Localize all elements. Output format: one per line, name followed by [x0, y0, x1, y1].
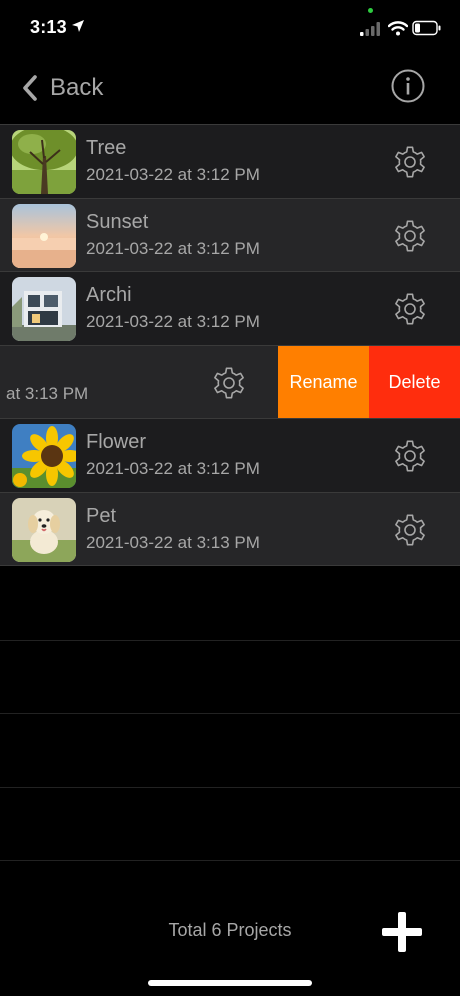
- project-thumbnail: [12, 497, 76, 562]
- rename-button[interactable]: Rename: [278, 345, 369, 418]
- project-thumbnail: [12, 424, 76, 488]
- project-date: 2021-03-22 at 3:12 PM: [86, 459, 260, 478]
- project-thumbnail: [12, 203, 76, 268]
- project-title: Flower: [86, 431, 147, 453]
- divider: [0, 860, 460, 861]
- status-time: 3:13: [30, 17, 67, 37]
- project-row-pet[interactable]: Pet 2021-03-22 at 3:13 PM: [0, 491, 460, 565]
- project-thumbnail: [12, 130, 76, 194]
- gear-icon[interactable]: [390, 436, 430, 476]
- home-indicator: [148, 980, 312, 986]
- chevron-left-icon: [23, 75, 37, 101]
- project-row-tree[interactable]: Tree 2021-03-22 at 3:12 PM: [0, 124, 460, 198]
- project-date: at 3:13 PM: [6, 383, 89, 403]
- divider: [0, 640, 460, 641]
- project-row-flower[interactable]: Flower 2021-03-22 at 3:12 PM: [0, 418, 460, 492]
- info-icon[interactable]: [390, 68, 426, 104]
- project-row-archi[interactable]: Archi 2021-03-22 at 3:12 PM: [0, 271, 460, 345]
- status-bar: 3:13: [0, 0, 460, 56]
- project-row-sunset[interactable]: Sunset 2021-03-22 at 3:12 PM: [0, 197, 460, 271]
- gear-icon[interactable]: [390, 289, 430, 329]
- gear-icon[interactable]: [390, 142, 430, 182]
- divider: [0, 787, 460, 788]
- project-title: Sunset: [86, 210, 149, 233]
- divider: [0, 713, 460, 714]
- project-title: Tree: [86, 137, 127, 159]
- project-thumbnail: [12, 277, 76, 341]
- gear-icon[interactable]: [390, 216, 430, 256]
- project-date: 2021-03-22 at 3:12 PM: [86, 312, 260, 331]
- cellular-signal-icon: [360, 22, 380, 36]
- project-date: 2021-03-22 at 3:13 PM: [86, 532, 260, 552]
- project-date: 2021-03-22 at 3:12 PM: [86, 165, 260, 184]
- delete-button[interactable]: Delete: [369, 345, 460, 418]
- wifi-icon: [388, 21, 408, 36]
- list-divider: [0, 565, 460, 566]
- gear-icon[interactable]: [209, 363, 249, 403]
- project-title: Pet: [86, 504, 117, 527]
- nav-bar: Back: [0, 56, 460, 124]
- location-arrow-icon: [72, 20, 84, 32]
- project-list: Tree 2021-03-22 at 3:12 PM Sunset 2021-0…: [0, 124, 460, 566]
- project-title: Archi: [86, 284, 132, 306]
- add-project-button[interactable]: [381, 911, 423, 953]
- project-row-swiped[interactable]: at 3:13 PM Rename Delete: [0, 344, 460, 418]
- project-date: 2021-03-22 at 3:12 PM: [86, 238, 260, 258]
- camera-in-use-indicator: [368, 8, 373, 13]
- back-label: Back: [50, 74, 104, 101]
- gear-icon[interactable]: [390, 510, 430, 550]
- battery-icon: [412, 20, 441, 36]
- back-button[interactable]: Back: [20, 70, 103, 106]
